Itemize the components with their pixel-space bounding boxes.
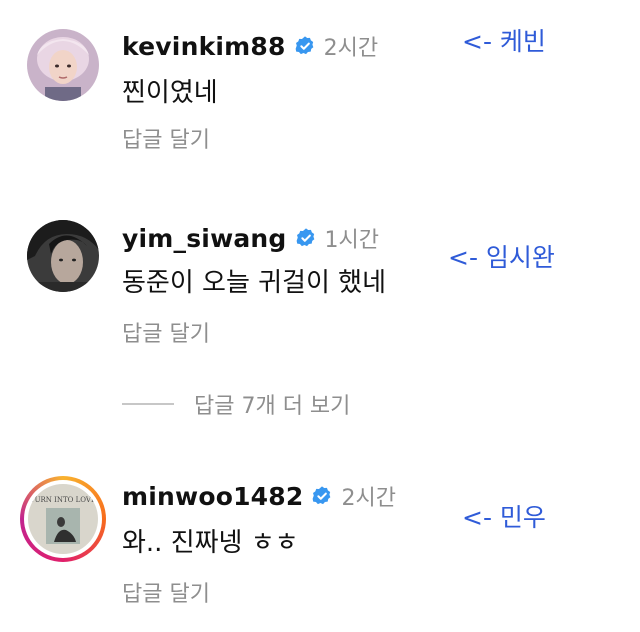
comment-text: 동준이 오늘 귀걸이 했네 (122, 268, 386, 298)
annotation-label: <- 임시완 (448, 243, 555, 272)
username[interactable]: minwoo1482 (122, 482, 303, 511)
verified-badge-icon (295, 36, 313, 55)
reply-button[interactable]: 답글 달기 (122, 122, 210, 154)
album-caption: TURN INTO LOVE (30, 496, 96, 504)
annotation-label: <- 케빈 (462, 27, 546, 56)
timestamp: 2시간 (341, 486, 396, 511)
comment-text: 찐이였네 (122, 78, 218, 108)
verified-badge-icon (313, 486, 331, 505)
username[interactable]: kevinkim88 (122, 32, 286, 61)
timestamp: 2시간 (323, 36, 379, 61)
avatar-minwoo1482[interactable]: TURN INTO LOVE (20, 476, 106, 562)
divider-line (122, 403, 174, 405)
view-more-replies-label[interactable]: 답글 7개 더 보기 (194, 388, 350, 420)
avatar-yim-siwang[interactable] (27, 220, 99, 292)
reply-button[interactable]: 답글 달기 (122, 316, 210, 348)
timestamp: 1시간 (324, 228, 380, 253)
avatar-kevinkim88[interactable] (27, 29, 99, 101)
annotation-label: <- 민우 (462, 503, 546, 532)
verified-badge-icon (296, 228, 314, 247)
comment-text: 와.. 진짜넹 ㅎㅎ (122, 528, 299, 558)
username[interactable]: yim_siwang (122, 224, 287, 253)
view-more-replies[interactable]: 답글 7개 더 보기 (122, 388, 350, 420)
reply-button[interactable]: 답글 달기 (122, 576, 210, 608)
